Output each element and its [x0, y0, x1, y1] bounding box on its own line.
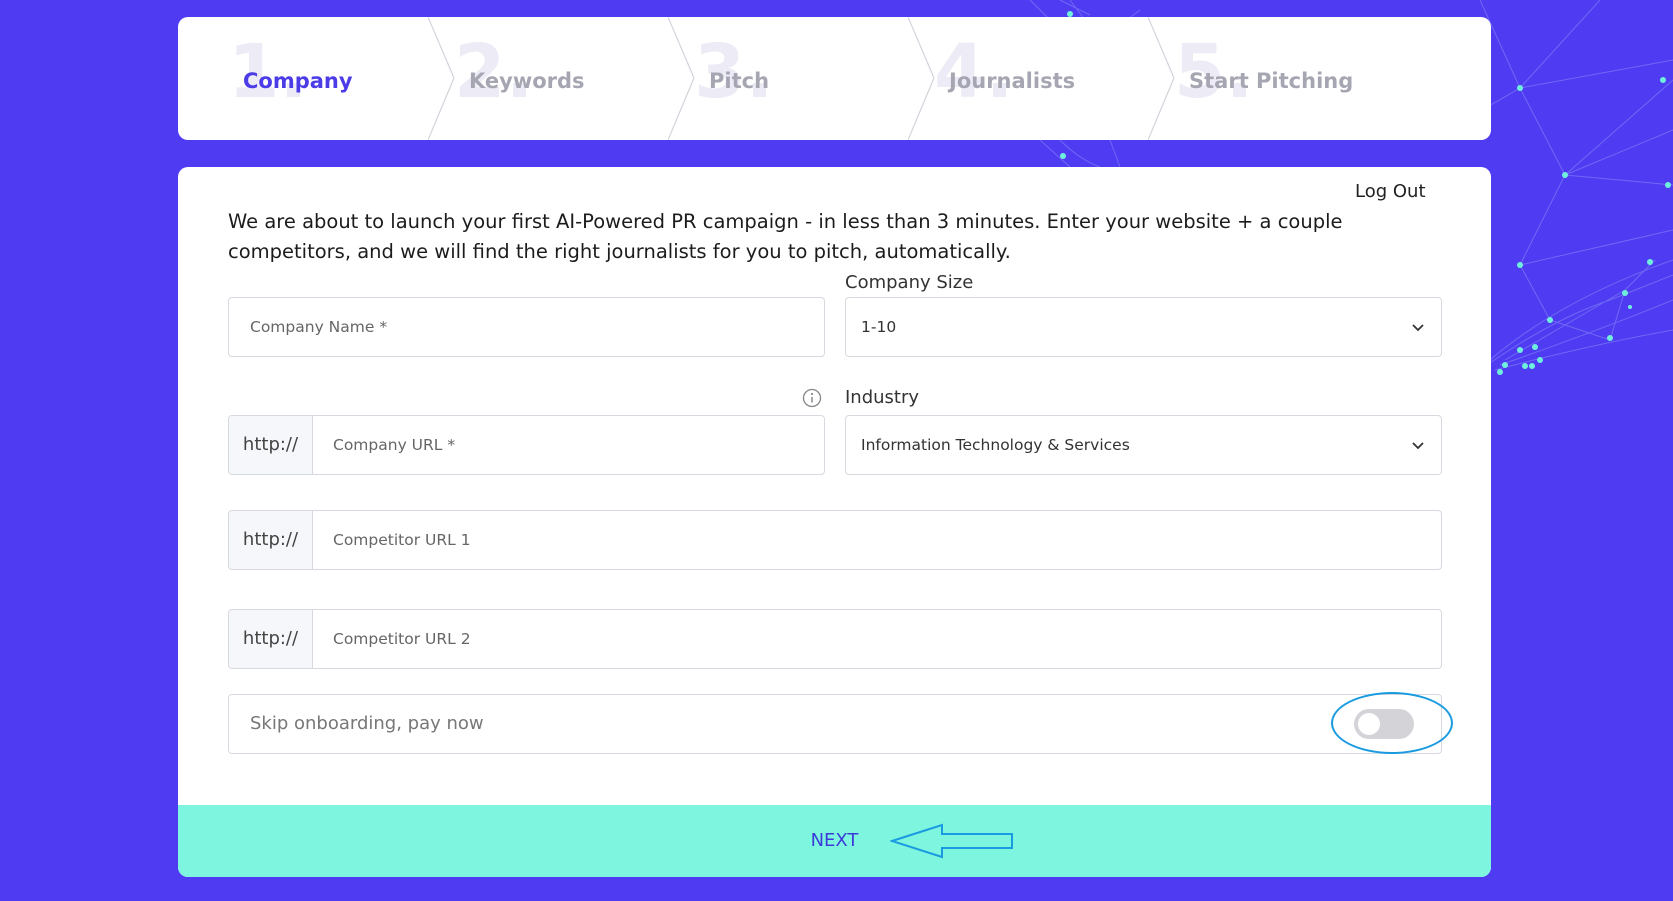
step-pitch[interactable]: 3. Pitch	[644, 17, 884, 140]
step-label: Keywords	[469, 69, 585, 93]
company-size-label: Company Size	[845, 272, 974, 293]
url-prefix: http://	[229, 416, 313, 474]
step-label: Start Pitching	[1189, 69, 1354, 93]
chevron-down-icon	[1412, 324, 1424, 332]
skip-onboarding-row: Skip onboarding, pay now	[228, 694, 1442, 754]
competitor-url-2-placeholder: Competitor URL 2	[333, 630, 471, 648]
company-url-field[interactable]: http:// Company URL *	[228, 415, 825, 475]
next-button-label: NEXT	[810, 830, 859, 851]
company-name-field[interactable]: Company Name *	[228, 297, 825, 357]
industry-value: Information Technology & Services	[861, 436, 1130, 454]
step-start-pitching[interactable]: 5. Start Pitching	[1124, 17, 1424, 140]
industry-select[interactable]: Information Technology & Services	[845, 415, 1442, 475]
logout-link[interactable]: Log Out	[1355, 181, 1426, 202]
competitor-url-1-field[interactable]: http:// Competitor URL 1	[228, 510, 1442, 570]
arrow-annotation	[890, 823, 1013, 859]
competitor-url-2-field[interactable]: http:// Competitor URL 2	[228, 609, 1442, 669]
company-form-card: Log Out We are about to launch your firs…	[178, 167, 1491, 877]
skip-onboarding-label: Skip onboarding, pay now	[250, 713, 484, 734]
step-label: Company	[243, 69, 353, 93]
step-label: Journalists	[949, 69, 1076, 93]
onboarding-stepper: 1. Company 2. Keywords 3. Pitch 4. Journ…	[178, 17, 1491, 140]
step-keywords[interactable]: 2. Keywords	[404, 17, 644, 140]
chevron-down-icon	[1412, 442, 1424, 450]
company-name-placeholder: Company Name *	[250, 318, 388, 336]
company-size-value: 1-10	[861, 318, 897, 336]
url-prefix: http://	[229, 511, 313, 569]
annotation-circle	[1331, 692, 1453, 754]
company-size-select[interactable]: 1-10	[845, 297, 1442, 357]
step-label: Pitch	[709, 69, 770, 93]
info-icon[interactable]	[802, 388, 822, 408]
step-journalists[interactable]: 4. Journalists	[884, 17, 1124, 140]
competitor-url-1-placeholder: Competitor URL 1	[333, 531, 471, 549]
intro-text: We are about to launch your first AI-Pow…	[228, 210, 1343, 263]
company-url-placeholder: Company URL *	[333, 436, 456, 454]
next-button[interactable]: NEXT	[178, 805, 1491, 877]
industry-label: Industry	[845, 387, 920, 408]
url-prefix: http://	[229, 610, 313, 668]
step-company[interactable]: 1. Company	[178, 17, 418, 140]
